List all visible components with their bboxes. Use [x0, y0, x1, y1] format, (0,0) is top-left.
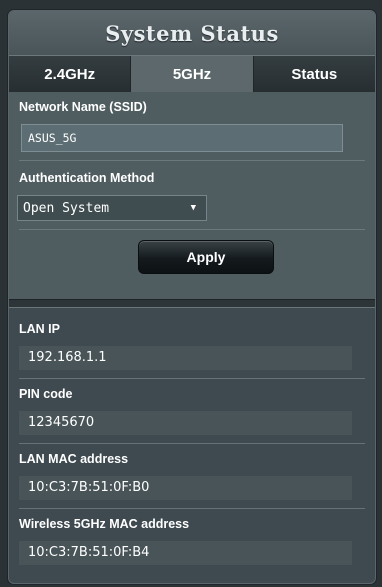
tab-5ghz[interactable]: 5GHz	[131, 56, 254, 92]
wireless-mac-label: Wireless 5GHz MAC address	[19, 517, 190, 531]
panel-title: System Status	[105, 20, 279, 46]
auth-method-value: Open System	[23, 200, 110, 216]
lan-mac-label: LAN MAC address	[19, 452, 129, 466]
divider	[19, 229, 365, 230]
ssid-input[interactable]	[21, 124, 343, 152]
ssid-label: Network Name (SSID)	[19, 100, 147, 114]
pin-code-value: 12345670	[19, 411, 352, 435]
apply-row: Apply	[19, 240, 365, 274]
lan-ip-block: LAN IP 192.168.1.1	[19, 314, 365, 379]
lan-ip-label: LAN IP	[19, 322, 60, 336]
pin-code-block: PIN code 12345670	[19, 379, 365, 444]
divider	[19, 160, 365, 161]
pin-code-label: PIN code	[19, 387, 73, 401]
wireless-mac-block: Wireless 5GHz MAC address 10:C3:7B:51:0F…	[19, 509, 365, 565]
tab-bar: 2.4GHz 5GHz Status	[9, 56, 375, 92]
tab-2-4ghz[interactable]: 2.4GHz	[9, 56, 132, 92]
auth-method-label: Authentication Method	[19, 171, 155, 185]
dropdown-arrow-icon: ▼	[190, 203, 196, 213]
panel-header: System Status	[9, 11, 375, 56]
lan-mac-value: 10:C3:7B:51:0F:B0	[19, 476, 352, 500]
auth-method-select[interactable]: Open System ▼	[17, 195, 207, 221]
section-separator	[9, 299, 375, 308]
tab-status[interactable]: Status	[253, 56, 375, 92]
lan-ip-value: 192.168.1.1	[19, 346, 352, 370]
lan-mac-block: LAN MAC address 10:C3:7B:51:0F:B0	[19, 444, 365, 509]
apply-button[interactable]: Apply	[138, 240, 274, 274]
wireless-mac-value: 10:C3:7B:51:0F:B4	[19, 541, 352, 565]
system-status-panel: System Status 2.4GHz 5GHz Status Network…	[8, 10, 376, 584]
status-info-section: LAN IP 192.168.1.1 PIN code 12345670 LAN…	[9, 308, 375, 565]
wireless-settings-section: Network Name (SSID) Authentication Metho…	[9, 92, 375, 299]
